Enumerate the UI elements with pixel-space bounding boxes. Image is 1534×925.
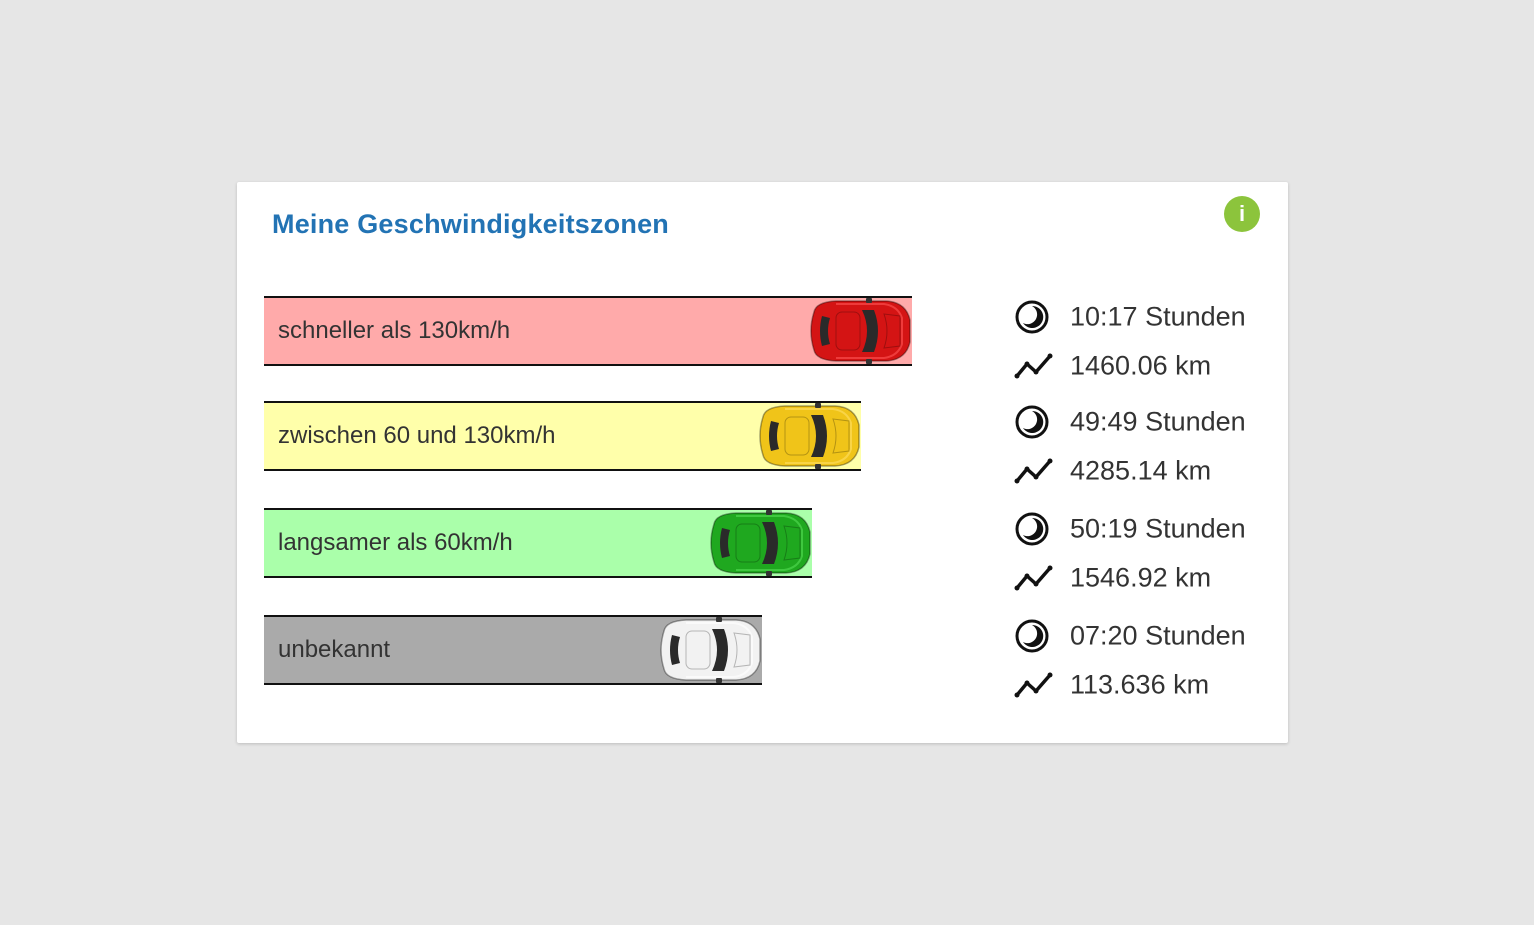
green-car-icon	[710, 510, 811, 576]
zone-time-unknown: 07:20 Stunden	[1014, 616, 1274, 656]
zone-label: langsamer als 60km/h	[278, 529, 513, 556]
clock-icon	[1015, 405, 1049, 439]
route-icon	[1014, 456, 1054, 486]
red-car-icon	[810, 298, 911, 364]
clock-icon	[1015, 512, 1049, 546]
distance-value: 1546.92 km	[1070, 562, 1212, 593]
card-title: Meine Geschwindigkeitszonen	[272, 209, 669, 239]
zone-time-fast: 10:17 Stunden	[1014, 297, 1274, 337]
zone-label: unbekannt	[278, 636, 391, 663]
distance-value: 1460.06 km	[1070, 350, 1212, 381]
time-value: 50:19 Stunden	[1070, 513, 1246, 544]
zone-label: zwischen 60 und 130km/h	[278, 422, 556, 449]
zone-distance-slow: 1546.92 km	[1014, 558, 1274, 598]
time-value: 10:17 Stunden	[1070, 301, 1246, 332]
zone-bar-slow: langsamer als 60km/h	[264, 508, 812, 578]
time-value: 49:49 Stunden	[1070, 406, 1246, 437]
time-value: 07:20 Stunden	[1070, 620, 1246, 651]
distance-value: 113.636 km	[1070, 669, 1210, 700]
info-icon[interactable]: i	[1224, 196, 1260, 232]
zone-distance-medium: 4285.14 km	[1014, 451, 1274, 491]
route-icon	[1014, 351, 1054, 381]
zone-bar-unknown: unbekannt	[264, 615, 762, 685]
route-icon	[1014, 670, 1054, 700]
clock-icon	[1015, 300, 1049, 334]
route-icon	[1014, 563, 1054, 593]
zone-label: schneller als 130km/h	[278, 317, 511, 344]
zone-bar-medium: zwischen 60 und 130km/h	[264, 401, 861, 471]
zone-time-slow: 50:19 Stunden	[1014, 509, 1274, 549]
yellow-car-icon	[759, 403, 860, 469]
clock-icon	[1015, 619, 1049, 653]
zone-bar-fast: schneller als 130km/h	[264, 296, 912, 366]
speed-zones-card: Meine Geschwindigkeitszonen i schneller …	[237, 182, 1288, 743]
distance-value: 4285.14 km	[1070, 455, 1212, 486]
zone-distance-fast: 1460.06 km	[1014, 346, 1274, 386]
white-car-icon	[660, 617, 761, 683]
zone-distance-unknown: 113.636 km	[1014, 665, 1274, 705]
zone-time-medium: 49:49 Stunden	[1014, 402, 1274, 442]
